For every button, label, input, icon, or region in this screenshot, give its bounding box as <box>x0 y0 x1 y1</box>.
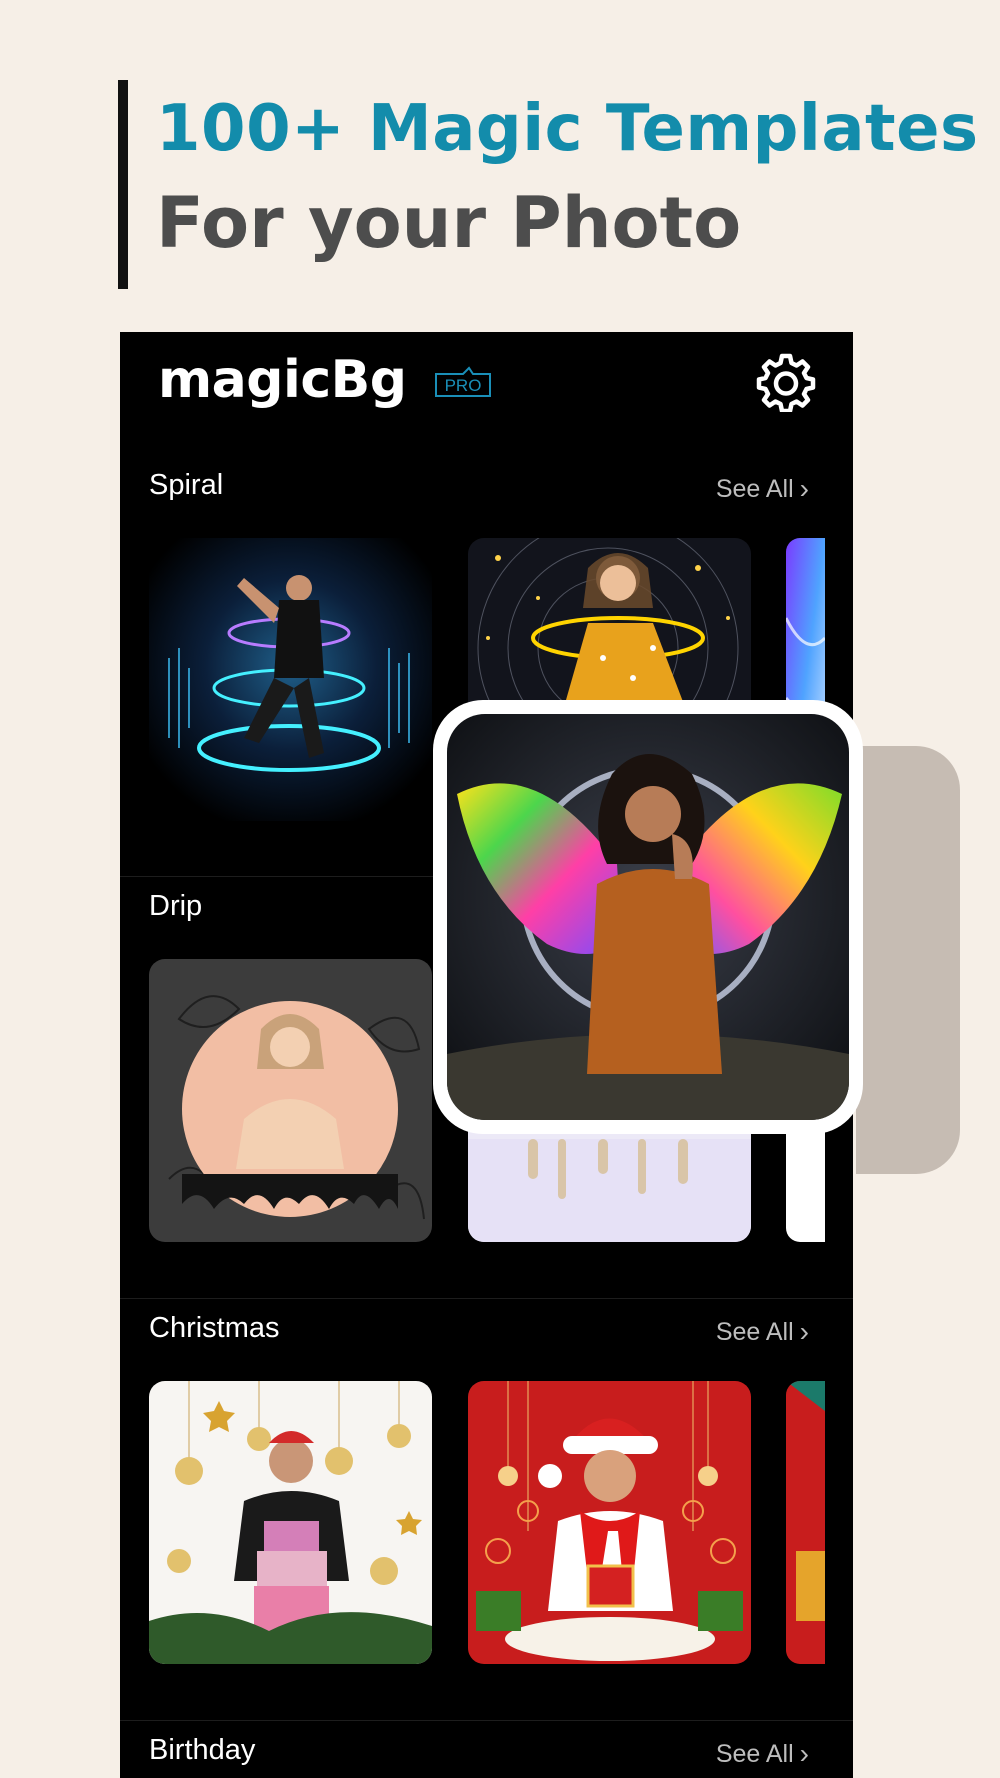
template-thumbnail-christmas-santa[interactable] <box>468 1381 751 1664</box>
see-all-birthday-link[interactable]: See All › <box>716 1737 809 1769</box>
featured-template-card[interactable] <box>433 700 863 1134</box>
promo-headline-line1: 100+ Magic Templates <box>156 92 979 166</box>
see-all-christmas-link[interactable]: See All › <box>716 1315 809 1347</box>
app-logo: magicBg <box>158 350 407 410</box>
section-title-birthday: Birthday <box>149 1734 256 1766</box>
section-title-spiral: Spiral <box>149 469 224 501</box>
section-divider <box>120 1298 853 1299</box>
section-title-christmas: Christmas <box>149 1312 280 1344</box>
template-thumbnail-spiral-dancer[interactable] <box>149 538 432 821</box>
see-all-label: See All <box>715 1740 794 1768</box>
template-thumbnail-drip-floral[interactable] <box>149 959 432 1242</box>
template-thumbnail-christmas-partial[interactable] <box>786 1381 825 1664</box>
see-all-label: See All <box>715 1318 794 1346</box>
decorative-background-block <box>856 746 960 1174</box>
template-thumbnail-christmas-gifts[interactable] <box>149 1381 432 1664</box>
gear-icon[interactable] <box>756 352 816 412</box>
promo-accent-bar <box>118 80 128 289</box>
section-divider <box>120 1720 853 1721</box>
see-all-label: See All <box>715 475 794 503</box>
section-title-drip: Drip <box>149 890 203 922</box>
chevron-right-icon: › <box>799 1738 809 1769</box>
featured-template-image <box>447 714 849 1120</box>
chevron-right-icon: › <box>799 473 809 504</box>
promo-headline-line2: For your Photo <box>156 182 742 264</box>
chevron-right-icon: › <box>799 1316 809 1347</box>
see-all-spiral-link[interactable]: See All › <box>716 472 809 504</box>
pro-badge-label: PRO <box>445 376 482 395</box>
pro-badge[interactable]: PRO <box>433 366 493 398</box>
